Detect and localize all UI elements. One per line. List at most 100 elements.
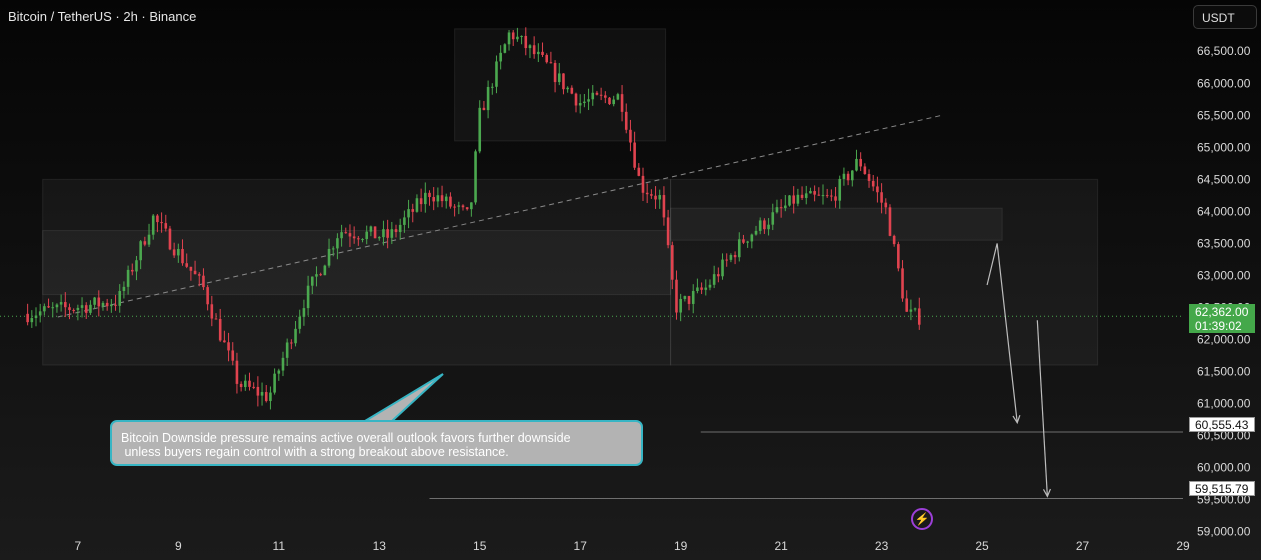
candle-body-178 — [771, 212, 775, 225]
x-tick-label-10: 27 — [1076, 539, 1090, 553]
candle-body-187 — [809, 191, 812, 194]
candle-body-77 — [348, 233, 352, 237]
current-price-value: 62,362.00 — [1195, 305, 1249, 319]
candle-body-12 — [76, 307, 80, 311]
candle-body-105 — [465, 207, 469, 210]
x-tick-label-3: 13 — [373, 539, 387, 553]
candle-body-150 — [654, 195, 657, 200]
candle-body-2 — [34, 315, 38, 319]
candle-body-91 — [407, 209, 410, 218]
candle-body-169 — [733, 255, 737, 258]
y-tick-label-11: 64,500.00 — [1197, 172, 1251, 186]
candle-body-32 — [160, 222, 163, 224]
candle-body-160 — [696, 287, 699, 292]
candle-body-213 — [917, 308, 921, 325]
candle-body-6 — [51, 307, 55, 309]
candle-body-190 — [821, 195, 825, 197]
candle-body-149 — [650, 194, 653, 196]
candle-body-194 — [838, 178, 842, 201]
candle-body-70 — [319, 274, 322, 276]
zone-box-3 — [454, 28, 667, 142]
candle-body-58 — [269, 392, 272, 402]
candle-body-112 — [495, 61, 498, 87]
candle-body-195 — [842, 173, 846, 179]
candle-body-90 — [403, 217, 406, 225]
candle-body-9 — [64, 302, 67, 308]
lightning-icon[interactable]: ⚡ — [911, 508, 933, 530]
candle-body-163 — [708, 284, 712, 288]
candle-body-118 — [520, 35, 523, 37]
candle-body-103 — [457, 205, 461, 207]
candle-body-107 — [474, 151, 477, 203]
x-tick-label-11: 29 — [1176, 539, 1190, 553]
candle-body-8 — [59, 302, 63, 305]
y-tick-label-4: 61,000.00 — [1197, 397, 1251, 411]
x-tick-label-0: 7 — [75, 539, 82, 553]
candle-body-10 — [68, 307, 71, 311]
candle-body-154 — [670, 245, 674, 280]
y-tick-label-8: 63,000.00 — [1197, 268, 1251, 282]
candle-body-0 — [26, 313, 29, 323]
candle-body-171 — [742, 239, 745, 243]
candle-body-104 — [461, 205, 465, 208]
candle-body-156 — [679, 298, 682, 313]
candle-body-75 — [340, 232, 343, 239]
candle-body-176 — [763, 220, 766, 230]
candle-body-136 — [595, 92, 599, 95]
candle-body-180 — [779, 207, 783, 209]
candle-body-59 — [273, 373, 276, 393]
candle-body-119 — [524, 35, 528, 49]
candle-body-62 — [285, 342, 289, 358]
candle-body-199 — [859, 158, 862, 167]
candle-body-106 — [470, 202, 473, 210]
candle-body-93 — [415, 198, 419, 212]
candle-body-80 — [361, 239, 364, 241]
candle-body-139 — [608, 97, 611, 105]
candle-body-42 — [202, 275, 205, 288]
candle-body-117 — [516, 36, 519, 40]
candle-body-138 — [604, 95, 607, 98]
currency-button[interactable]: USDT — [1193, 5, 1257, 29]
candle-body-22 — [118, 291, 122, 306]
candle-body-208 — [897, 244, 900, 269]
candle-body-84 — [377, 237, 381, 239]
candle-countdown: 01:39:02 — [1195, 319, 1242, 333]
candle-body-129 — [566, 87, 569, 90]
candle-body-166 — [721, 259, 724, 277]
candle-body-81 — [365, 231, 369, 240]
candle-body-35 — [172, 249, 176, 256]
candle-body-7 — [55, 304, 59, 308]
candle-body-11 — [72, 310, 75, 312]
x-tick-label-7: 21 — [774, 539, 788, 553]
candle-body-47 — [223, 340, 226, 343]
candle-body-184 — [796, 194, 800, 204]
candle-body-137 — [599, 94, 603, 96]
y-tick-label-13: 65,500.00 — [1197, 108, 1251, 122]
callout-note[interactable]: Bitcoin Downside pressure remains active… — [110, 420, 643, 466]
candle-body-68 — [310, 276, 314, 286]
candle-body-159 — [691, 291, 695, 304]
candle-body-101 — [449, 196, 452, 207]
candle-body-53 — [248, 380, 251, 387]
candle-body-67 — [306, 285, 310, 309]
candle-body-15 — [89, 304, 92, 313]
candle-body-3 — [38, 311, 42, 316]
candle-body-95 — [424, 192, 427, 205]
candle-body-155 — [675, 279, 678, 313]
candle-body-148 — [645, 192, 649, 195]
candle-body-145 — [633, 142, 636, 168]
chart-area[interactable]: 59,000.00 59,500.00 60,000.00 60,500.00 61,0… — [0, 0, 1261, 560]
candle-body-49 — [231, 350, 235, 361]
y-tick-label-15: 66,500.00 — [1197, 44, 1251, 58]
candle-body-152 — [662, 195, 666, 218]
candle-body-28 — [143, 241, 147, 245]
price-chart[interactable]: 59,000.0059,500.0060,000.0060,500.0061,0… — [0, 0, 1261, 560]
candle-body-198 — [855, 158, 858, 171]
candle-body-172 — [746, 241, 749, 243]
candle-body-207 — [892, 235, 896, 245]
candle-body-191 — [825, 195, 829, 197]
candle-body-85 — [382, 229, 385, 238]
candle-body-48 — [227, 342, 230, 351]
candle-body-134 — [587, 99, 590, 102]
candle-body-66 — [302, 308, 306, 317]
